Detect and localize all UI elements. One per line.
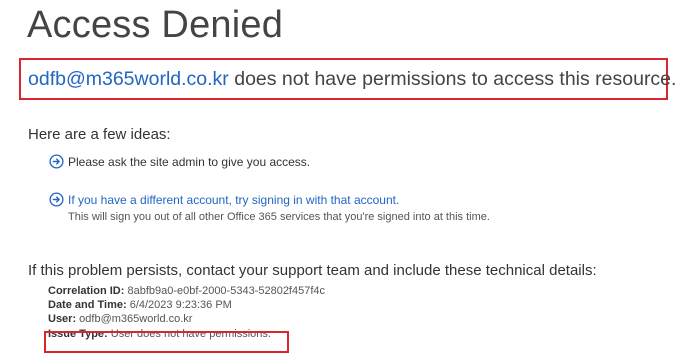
date-time-value: 6/4/2023 9:23:36 PM (126, 299, 232, 312)
switch-account-note: This will sign you out of all other Offi… (68, 211, 490, 223)
ideas-heading: Here are a few ideas: (28, 126, 171, 143)
account-name: odfb@m365world.co.kr (28, 67, 229, 90)
idea-switch-account-link[interactable]: If you have a different account, try sig… (49, 192, 399, 207)
correlation-id-value: 8abfb9a0-e0bf-2000-5343-52802f457f4c (124, 285, 326, 297)
switch-account-link-label[interactable]: If you have a different account, try sig… (68, 193, 399, 207)
idea-ask-admin-label: Please ask the site admin to give you ac… (68, 154, 311, 169)
idea-ask-admin: Please ask the site admin to give you ac… (49, 154, 310, 169)
correlation-id-label: Correlation ID: (48, 285, 125, 297)
user-value: odfb@m365world.co.kr (76, 313, 193, 326)
user-label: User: (48, 313, 77, 326)
date-time-row: Date and Time: 6/4/2023 9:23:36 PM (48, 298, 325, 312)
page-title: Access Denied (27, 4, 284, 46)
issue-type-highlight (44, 331, 289, 353)
user-row: User: odfb@m365world.co.kr (48, 312, 325, 326)
date-time-label: Date and Time: (48, 299, 127, 312)
correlation-id-row: Correlation ID: 8abfb9a0-e0bf-2000-5343-… (48, 284, 325, 298)
access-denied-message: odfb@m365world.co.kr does not have permi… (19, 58, 676, 100)
permission-message-text: does not have permissions to access this… (228, 67, 677, 90)
circle-arrow-right-icon[interactable] (49, 192, 64, 207)
circle-arrow-right-icon (49, 154, 64, 169)
support-instructions: If this problem persists, contact your s… (28, 262, 597, 279)
